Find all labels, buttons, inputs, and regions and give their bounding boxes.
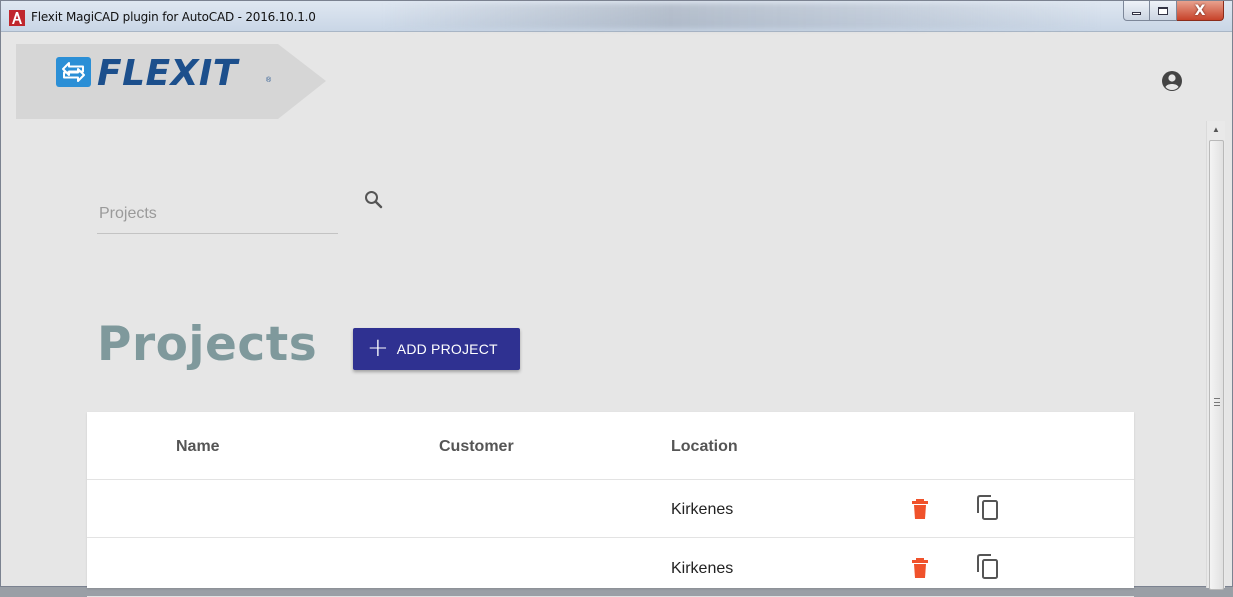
copy-icon[interactable] (975, 494, 1001, 522)
title-bar[interactable]: Flexit MagiCAD plugin for AutoCAD - 2016… (1, 1, 1232, 32)
maximize-button[interactable] (1150, 1, 1177, 21)
title-bar-background (381, 3, 1101, 29)
copy-icon[interactable] (975, 553, 1001, 581)
flexit-logo-mark-icon (56, 57, 91, 87)
cell-location: Kirkenes (671, 501, 734, 518)
minimize-icon (1132, 12, 1141, 15)
trash-icon[interactable] (910, 557, 930, 579)
user-circle-icon[interactable] (1161, 70, 1183, 92)
table-row[interactable]: Kirkenes (87, 539, 1134, 597)
minimize-button[interactable] (1123, 1, 1150, 21)
add-project-button[interactable]: + ADD PROJECT (353, 328, 520, 370)
plus-icon: + (367, 332, 389, 363)
cell-location: Kirkenes (671, 560, 734, 577)
table-header: Name Customer Location (87, 412, 1134, 480)
table-row[interactable]: Kirkenes (87, 480, 1134, 538)
flexit-logo: FLEXIT (97, 53, 238, 94)
close-icon: X (1194, 2, 1206, 19)
close-button[interactable]: X (1177, 1, 1224, 21)
scrollbar-thumb[interactable] (1209, 140, 1224, 590)
vertical-scrollbar[interactable]: ▲ (1206, 121, 1225, 590)
scroll-up-arrow-icon[interactable]: ▲ (1207, 121, 1225, 138)
maximize-icon (1158, 6, 1168, 15)
trash-icon[interactable] (910, 498, 930, 520)
search-icon[interactable] (363, 189, 385, 211)
search-input[interactable] (97, 194, 338, 234)
column-header-customer[interactable]: Customer (439, 438, 514, 456)
brand-header: FLEXIT ® (16, 44, 326, 119)
add-project-label: ADD PROJECT (396, 341, 498, 357)
autocad-app-icon[interactable] (9, 10, 25, 26)
registered-mark: ® (266, 77, 272, 84)
column-header-name[interactable]: Name (176, 438, 220, 456)
scroll-grip-icon (1214, 398, 1220, 406)
window-controls: X (1123, 1, 1224, 22)
projects-table: Name Customer Location Kirkenes Kirkenes (87, 412, 1134, 597)
column-header-location[interactable]: Location (671, 438, 738, 456)
app-window: Flexit MagiCAD plugin for AutoCAD - 2016… (0, 0, 1233, 597)
page-title: Projects (97, 317, 318, 372)
window-title: Flexit MagiCAD plugin for AutoCAD - 2016… (31, 10, 316, 24)
